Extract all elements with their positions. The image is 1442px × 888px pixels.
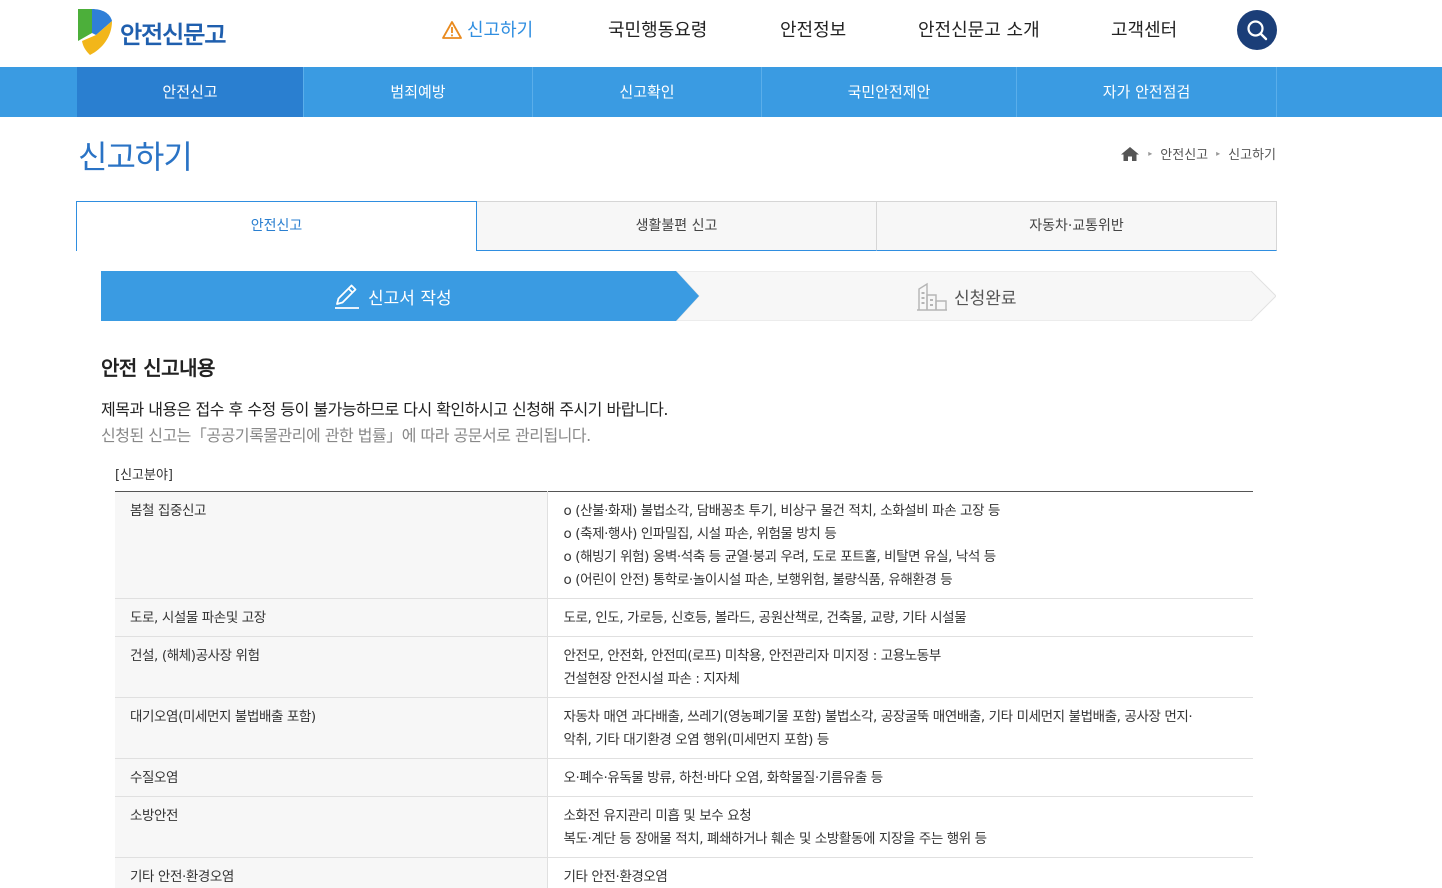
category-name: 도로, 시설물 파손및 고장 — [115, 598, 547, 637]
description-line: 오·폐수·유독물 방류, 하천·바다 오염, 화학물질·기름유출 등 — [563, 770, 884, 786]
description-line: o (축제·행사) 인파밀집, 시설 파손, 위험물 방치 등 — [563, 526, 837, 542]
building-icon — [917, 282, 947, 311]
notice-sub: 신청된 신고는「공공기록물관리에 관한 법률」에 따라 공문서로 관리됩니다. — [101, 426, 591, 445]
category-name: 기타 안전·환경오염 — [115, 857, 547, 888]
tab-living-inconvenience[interactable]: 생활불편 신고 — [477, 201, 877, 251]
nav-item-about[interactable]: 안전신문고 소개 — [918, 18, 1040, 44]
report-type-tabs: 안전신고 생활불편 신고 자동차·교통위반 — [76, 201, 1277, 251]
description-line: 복도·계단 등 장애물 적치, 폐쇄하거나 훼손 및 소방활동에 지장을 주는 … — [563, 831, 988, 847]
category-description: 오·폐수·유독물 방류, 하천·바다 오염, 화학물질·기름유출 등 — [546, 758, 1253, 797]
table-row: 수질오염 오·폐수·유독물 방류, 하천·바다 오염, 화학물질·기름유출 등 — [115, 758, 1253, 797]
step-label: 신고서 작성 — [368, 288, 452, 309]
site-logo[interactable]: 안전신문고 — [76, 7, 226, 57]
step-write-form: 신고서 작성 — [333, 271, 452, 321]
table-row: 봄철 집중신고 o (산불·화재) 불법소각, 담배꽁초 투기, 비상구 물건 … — [115, 491, 1253, 599]
steps-background — [101, 271, 1276, 321]
nav-item-label: 신고하기 — [467, 20, 534, 41]
description-line: 건설현장 안전시설 파손 : 지자체 — [563, 671, 740, 687]
description-line: 자동차 매연 과다배출, 쓰레기(영농폐기물 포함) 불법소각, 공장굴뚝 매연… — [563, 709, 1193, 725]
warning-icon — [442, 21, 462, 39]
nav-item-report[interactable]: 신고하기 — [442, 18, 533, 44]
nav-item-label: 안전정보 — [780, 20, 847, 41]
description-line: o (산불·화재) 불법소각, 담배꽁초 투기, 비상구 물건 적치, 소화설비… — [563, 503, 1001, 519]
logo-shield-icon — [78, 9, 112, 55]
report-category-table: 봄철 집중신고 o (산불·화재) 불법소각, 담배꽁초 투기, 비상구 물건 … — [115, 491, 1253, 888]
search-icon — [1247, 20, 1268, 41]
table-row: 소방안전 소화전 유지관리 미흡 및 보수 요청 복도·계단 등 장애물 적치,… — [115, 796, 1253, 858]
description-line: 기타 안전·환경오염 — [563, 869, 668, 885]
table-row: 대기오염(미세먼지 불법배출 포함) 자동차 매연 과다배출, 쓰레기(영농폐기… — [115, 697, 1253, 759]
subnav-item-crime-prevention[interactable]: 범죄예방 — [304, 67, 533, 117]
category-description: 안전모, 안전화, 안전띠(로프) 미착용, 안전관리자 미지정 : 고용노동부… — [546, 636, 1253, 698]
tab-safety-report[interactable]: 안전신고 — [76, 201, 477, 251]
progress-steps: 신고서 작성 신청완료 — [101, 271, 1276, 321]
category-description: 자동차 매연 과다배출, 쓰레기(영농폐기물 포함) 불법소각, 공장굴뚝 매연… — [546, 697, 1253, 759]
nav-item-label: 고객센터 — [1111, 20, 1178, 41]
description-line: o (어린이 안전) 통학로·놀이시설 파손, 보행위험, 불량식품, 유해환경… — [563, 572, 953, 588]
sub-nav: 안전신고 범죄예방 신고확인 국민안전제안 자가 안전점검 — [0, 67, 1442, 117]
table-row: 건설, (해체)공사장 위험 안전모, 안전화, 안전띠(로프) 미착용, 안전… — [115, 636, 1253, 698]
description-line: 도로, 인도, 가로등, 신호등, 볼라드, 공원산책로, 건축물, 교량, 기… — [563, 610, 967, 626]
category-description: 기타 안전·환경오염 — [546, 857, 1253, 888]
category-name: 봄철 집중신고 — [115, 491, 547, 599]
search-button[interactable] — [1237, 10, 1277, 50]
logo-text: 안전신문고 — [120, 20, 226, 49]
description-line: 악취, 기타 대기환경 오염 행위(미세먼지 포함) 등 — [563, 732, 830, 748]
table-row: 도로, 시설물 파손및 고장 도로, 인도, 가로등, 신호등, 볼라드, 공원… — [115, 598, 1253, 637]
subnav-item-self-check[interactable]: 자가 안전점검 — [1017, 67, 1277, 117]
table-row: 기타 안전·환경오염 기타 안전·환경오염 — [115, 857, 1253, 888]
category-description: 소화전 유지관리 미흡 및 보수 요청 복도·계단 등 장애물 적치, 폐쇄하거… — [546, 796, 1253, 858]
breadcrumb-separator-icon: ▸ — [1216, 149, 1221, 158]
nav-item-guidelines[interactable]: 국민행동요령 — [608, 18, 707, 44]
section-title: 안전 신고내용 — [101, 356, 215, 380]
breadcrumb: ▸ 안전신고 ▸ 신고하기 — [1120, 144, 1276, 163]
category-description: 도로, 인도, 가로등, 신호등, 볼라드, 공원산책로, 건축물, 교량, 기… — [546, 598, 1253, 637]
category-name: 건설, (해체)공사장 위험 — [115, 636, 547, 698]
description-line: o (해빙기 위험) 옹벽·석축 등 균열·붕괴 우려, 도로 포트홀, 비탈면… — [563, 549, 997, 565]
site-header: 안전신문고 신고하기 국민행동요령 안전정보 안전신문고 소개 고객센터 — [0, 0, 1442, 67]
breadcrumb-item[interactable]: 안전신고 — [1160, 144, 1208, 163]
subnav-item-report-check[interactable]: 신고확인 — [533, 67, 762, 117]
description-line: 소화전 유지관리 미흡 및 보수 요청 — [563, 808, 752, 824]
nav-item-safety-info[interactable]: 안전정보 — [780, 18, 846, 44]
table-caption: [신고분야] — [115, 468, 173, 483]
tab-traffic-violation[interactable]: 자동차·교통위반 — [877, 201, 1277, 251]
description-line: 안전모, 안전화, 안전띠(로프) 미착용, 안전관리자 미지정 : 고용노동부 — [563, 648, 942, 664]
category-name: 수질오염 — [115, 758, 547, 797]
step-complete: 신청완료 — [916, 271, 1017, 321]
home-icon[interactable] — [1120, 146, 1140, 162]
nav-item-customer-center[interactable]: 고객센터 — [1111, 18, 1177, 44]
subnav-item-safety-proposal[interactable]: 국민안전제안 — [762, 67, 1017, 117]
subnav-item-safety-report[interactable]: 안전신고 — [77, 67, 304, 117]
breadcrumb-separator-icon: ▸ — [1148, 149, 1153, 158]
page-title: 신고하기 — [78, 138, 193, 176]
nav-item-label: 안전신문고 소개 — [918, 20, 1040, 41]
step-label: 신청완료 — [954, 288, 1017, 309]
category-name: 대기오염(미세먼지 불법배출 포함) — [115, 697, 547, 759]
category-description: o (산불·화재) 불법소각, 담배꽁초 투기, 비상구 물건 적치, 소화설비… — [546, 491, 1253, 599]
nav-item-label: 국민행동요령 — [608, 20, 708, 41]
category-name: 소방안전 — [115, 796, 547, 858]
pencil-icon — [335, 284, 359, 309]
notice-main: 제목과 내용은 접수 후 수정 등이 불가능하므로 다시 확인하시고 신청해 주… — [101, 400, 668, 419]
breadcrumb-item-current: 신고하기 — [1228, 148, 1276, 163]
